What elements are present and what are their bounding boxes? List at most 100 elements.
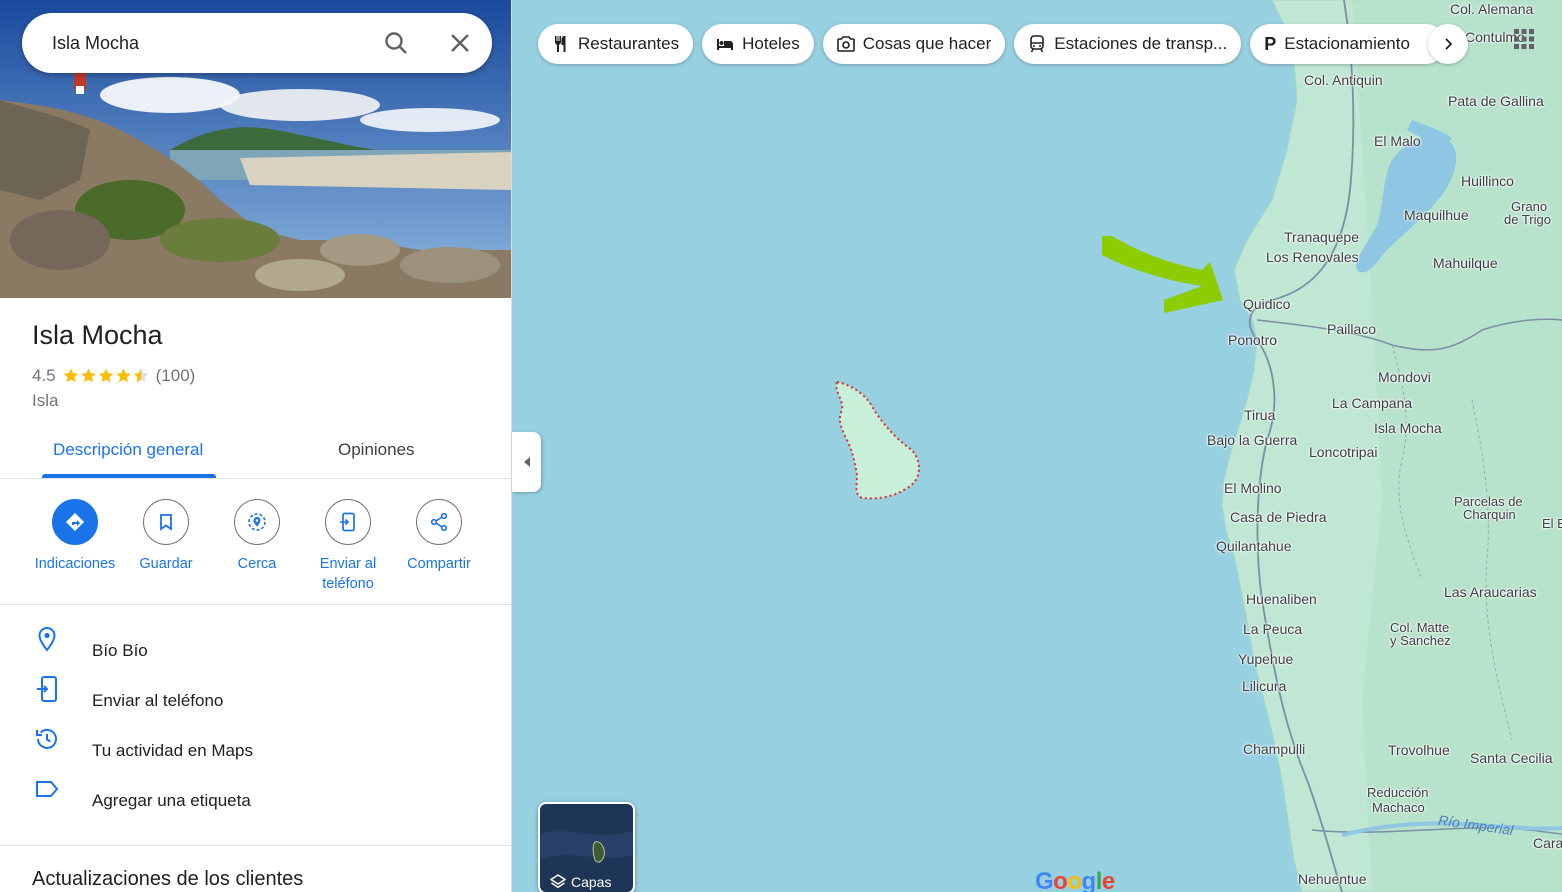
place-label[interactable]: Mondovi: [1378, 370, 1431, 384]
place-label[interactable]: Huillinco: [1461, 174, 1514, 188]
share-button[interactable]: Compartir: [394, 499, 484, 574]
place-label[interactable]: Machaco: [1372, 801, 1425, 815]
place-label[interactable]: Tirua: [1244, 408, 1275, 422]
search-input[interactable]: [52, 32, 372, 54]
place-label[interactable]: Quidico: [1243, 297, 1290, 311]
transit-icon: [1030, 35, 1045, 53]
history-icon: [33, 725, 61, 753]
place-label[interactable]: Huenaliben: [1246, 592, 1317, 606]
info-row-location[interactable]: Bío Bío: [0, 625, 511, 675]
layers-button[interactable]: Capas: [538, 802, 635, 892]
place-label[interactable]: de Trigo: [1504, 213, 1551, 227]
place-label[interactable]: Tranaquepe: [1284, 230, 1359, 244]
place-label[interactable]: Lilicura: [1242, 679, 1286, 693]
stars-icon: [63, 368, 148, 383]
directions-icon: [66, 513, 84, 531]
caret-left-icon: [523, 457, 530, 467]
rating-row: 4.5 (100): [32, 366, 195, 386]
info-text: Enviar al teléfono: [92, 691, 224, 710]
chip-restaurants[interactable]: Restaurantes: [538, 24, 694, 64]
place-label[interactable]: Col. Antiquin: [1304, 73, 1383, 87]
place-label[interactable]: Col. Alemana: [1450, 2, 1533, 16]
chip-hotels[interactable]: Hoteles: [702, 24, 814, 64]
place-label[interactable]: Casa de Piedra: [1230, 510, 1327, 524]
action-label: Cerca: [237, 556, 277, 572]
place-label[interactable]: Las Araucarias: [1444, 585, 1537, 599]
action-label: Guardar: [139, 556, 193, 572]
maps-app: Isla Mocha Col. Alemana Contulmo Col. An…: [0, 0, 1562, 892]
place-label[interactable]: Champulli: [1243, 742, 1305, 756]
directions-button[interactable]: Indicaciones: [30, 499, 120, 574]
updates-heading: Actualizaciones de los clientes: [32, 868, 304, 890]
place-label[interactable]: Yupehue: [1238, 652, 1293, 666]
chip-label: Cosas que hacer: [862, 34, 992, 53]
place-label[interactable]: Loncotripai: [1309, 445, 1378, 459]
phone-icon: [33, 675, 61, 703]
place-label[interactable]: Charquin: [1463, 508, 1516, 522]
info-row-send-to-phone[interactable]: Enviar al teléfono: [0, 675, 511, 725]
tab-overview[interactable]: Descripción general: [53, 440, 203, 460]
info-row-label[interactable]: Agregar una etiqueta: [0, 775, 511, 825]
label-icon: [33, 775, 61, 803]
parking-icon: P: [1264, 33, 1277, 54]
tab-reviews[interactable]: Opiniones: [338, 440, 415, 460]
camera-icon: [836, 36, 855, 52]
place-label[interactable]: Reducción: [1367, 786, 1428, 800]
save-circle: [143, 499, 189, 545]
send-to-phone-icon: [340, 512, 355, 532]
place-label[interactable]: Ponotro: [1228, 333, 1277, 347]
info-list: Bío Bío Enviar al teléfono Tu actividad …: [0, 625, 511, 825]
save-button[interactable]: Guardar: [121, 499, 211, 574]
island-label[interactable]: Isla Mocha: [1374, 421, 1442, 435]
chip-things-to-do[interactable]: Cosas que hacer: [822, 24, 1006, 64]
info-row-activity[interactable]: Tu actividad en Maps: [0, 725, 511, 775]
place-label[interactable]: y Sanchez: [1390, 634, 1451, 648]
place-label[interactable]: Trovolhue: [1388, 743, 1450, 757]
place-label[interactable]: El Malo: [1374, 134, 1421, 148]
chip-label: Hoteles: [742, 34, 800, 53]
place-label[interactable]: La Campana: [1332, 396, 1412, 410]
nearby-button[interactable]: Cerca: [212, 499, 302, 574]
layers-text: Capas: [571, 874, 612, 890]
restaurant-icon: [555, 36, 566, 52]
send-to-phone-button[interactable]: Enviar al teléfono: [303, 499, 393, 594]
place-label[interactable]: Paillaco: [1327, 322, 1376, 336]
place-label[interactable]: El Molino: [1224, 481, 1282, 495]
place-panel: Isla Mocha 4.5 (100) Isla Descri: [0, 0, 512, 892]
close-button[interactable]: [442, 25, 478, 61]
reviews-count[interactable]: (100): [156, 366, 196, 386]
search-button[interactable]: [378, 25, 414, 61]
section-divider: [0, 845, 511, 846]
chip-parking[interactable]: P Estacionamiento: [1250, 24, 1447, 64]
place-label[interactable]: Nehuentue: [1298, 872, 1367, 886]
chip-label: Restaurantes: [578, 34, 680, 53]
place-label[interactable]: Mahuilque: [1433, 256, 1498, 270]
chevron-right-icon: [1445, 38, 1453, 50]
close-icon: [451, 34, 469, 52]
place-label[interactable]: La Peuca: [1243, 622, 1302, 636]
active-tab-indicator: [42, 474, 216, 478]
place-label[interactable]: Quilantahue: [1216, 539, 1292, 553]
apps-grid-icon[interactable]: [1513, 28, 1535, 50]
star-rating[interactable]: [62, 367, 150, 385]
place-label[interactable]: Bajo la Guerra: [1207, 433, 1297, 447]
place-type: Isla: [32, 391, 59, 410]
nearby-icon: [248, 513, 266, 531]
share-icon: [430, 512, 448, 532]
chip-transit[interactable]: Estaciones de transp...: [1014, 24, 1242, 64]
place-label[interactable]: Los Renovales: [1266, 250, 1359, 264]
place-label[interactable]: Cara: [1533, 836, 1562, 850]
collapse-panel-button[interactable]: [512, 432, 541, 492]
category-chips: Restaurantes Hoteles Cosas que hacer Est…: [538, 24, 1447, 64]
place-label[interactable]: Maquilhue: [1404, 208, 1469, 222]
action-buttons: Indicaciones Guardar Cerca Enviar al tel…: [0, 480, 511, 605]
chips-next-button[interactable]: [1428, 24, 1468, 64]
map-canvas[interactable]: Isla Mocha Col. Alemana Contulmo Col. An…: [512, 0, 1562, 892]
place-label[interactable]: El E: [1542, 517, 1562, 531]
place-label[interactable]: Pata de Gallina: [1448, 94, 1544, 108]
send-to-phone-circle: [325, 499, 371, 545]
place-label[interactable]: Santa Cecilia: [1470, 751, 1553, 765]
action-label: Enviar al teléfono: [319, 556, 377, 592]
layers-label: Capas: [550, 874, 611, 890]
search-box: [22, 13, 492, 73]
